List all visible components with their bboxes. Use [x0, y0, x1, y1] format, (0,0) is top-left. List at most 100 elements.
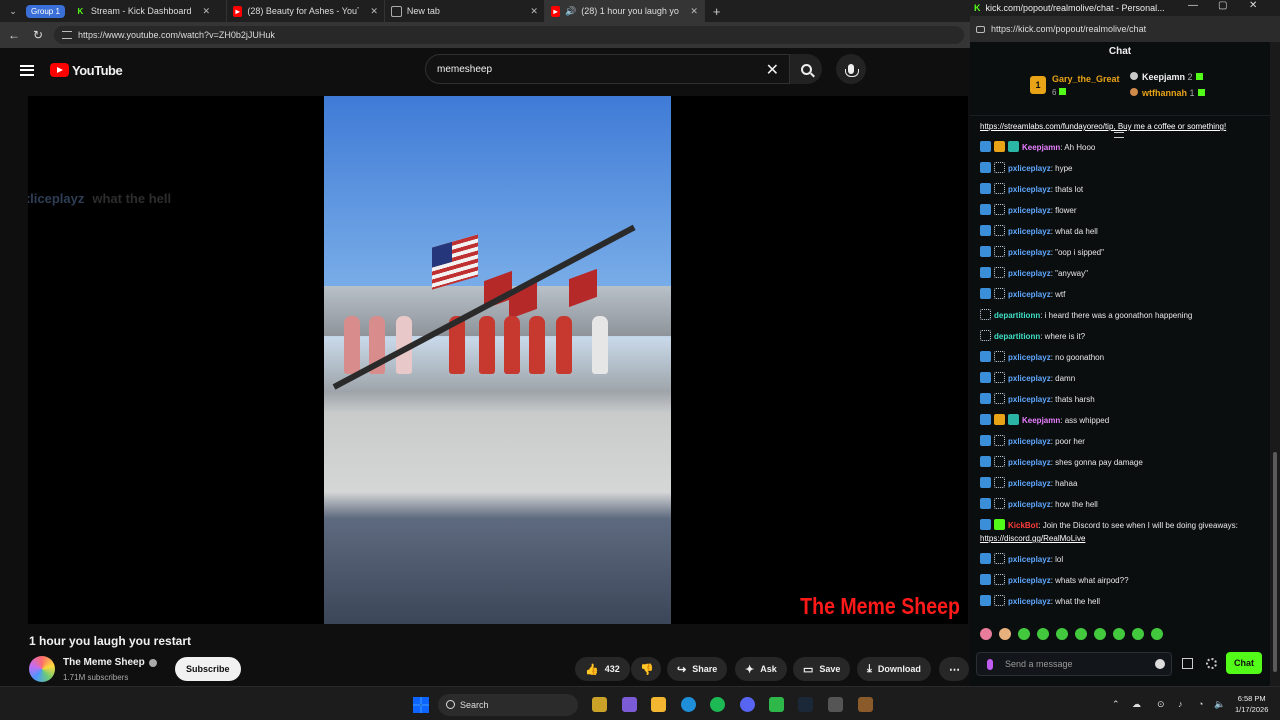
windows-start-icon[interactable]	[413, 697, 429, 713]
emote-icon[interactable]	[980, 628, 992, 640]
chat-message: pxliceplayz: wtf	[980, 288, 1265, 301]
edge-browser-icon[interactable]	[681, 697, 696, 712]
spotify-icon[interactable]	[710, 697, 725, 712]
discord-link[interactable]: https://discord.gg/RealMoLive	[980, 534, 1085, 543]
scrollbar-thumb[interactable]	[1273, 452, 1277, 672]
taskbar-search[interactable]: Search	[438, 694, 578, 716]
subscriber-badge-icon	[980, 574, 991, 585]
save-button[interactable]: ▭ Save	[793, 657, 851, 681]
emote-icon[interactable]	[1132, 628, 1144, 640]
share-button[interactable]: ↪ Share	[667, 657, 728, 681]
tab-group-chip[interactable]: Group 1	[26, 4, 65, 18]
channel-name[interactable]: The Meme Sheep	[63, 657, 145, 668]
clear-search-icon[interactable]: ✕	[766, 60, 779, 80]
like-button[interactable]: 👍 432	[575, 657, 630, 681]
file-explorer-icon[interactable]	[651, 697, 666, 712]
emote-icon[interactable]	[1075, 628, 1087, 640]
top-gifters: 1 Gary_the_Great 6 Keepjamn 2 wtfhannah …	[970, 66, 1270, 138]
back-icon[interactable]: ←	[6, 28, 22, 42]
wifi-icon[interactable]: ◔	[1198, 699, 1203, 709]
gifter-item[interactable]: wtfhannah 1	[1130, 88, 1205, 98]
menu-icon[interactable]	[20, 64, 34, 76]
tab-kick-dashboard[interactable]: K Stream - Kick Dashboard ✕	[69, 0, 227, 22]
microphone-icon[interactable]	[987, 659, 993, 670]
emote-icon[interactable]	[1018, 628, 1030, 640]
chat-message: pxliceplayz: "anyway"	[980, 267, 1265, 280]
new-tab-button[interactable]: +	[705, 4, 729, 19]
tray-overflow-icon[interactable]: ⌃	[1112, 699, 1120, 710]
steam-icon[interactable]	[798, 697, 813, 712]
search-button[interactable]	[790, 54, 822, 84]
copilot-icon[interactable]	[622, 697, 637, 712]
minimize-icon[interactable]: —	[1188, 0, 1198, 11]
tab-active-video[interactable]: ▸ 🔊 (28) 1 hour you laugh you res ✕	[544, 0, 705, 22]
reload-icon[interactable]: ↻	[30, 28, 46, 42]
close-tab-icon[interactable]: ✕	[202, 6, 210, 17]
chat-messages: https://streamlabs.com/fundayoreo/tip, B…	[980, 120, 1265, 616]
emoji-icon[interactable]	[1155, 659, 1165, 669]
system-clock[interactable]: 6:58 PM 1/17/2026	[1235, 693, 1268, 715]
youtube-logo[interactable]: YouTube	[50, 63, 123, 78]
send-chat-button[interactable]: Chat	[1226, 652, 1262, 674]
video-player[interactable]: pxliceplayzwhat the hell The Meme Sheep	[28, 96, 968, 624]
cloud-icon[interactable]: ☁	[1132, 699, 1141, 710]
chat-heading: Chat	[1108, 46, 1132, 57]
gift-icon[interactable]	[1182, 658, 1193, 669]
gifter-name[interactable]: Gary_the_Great	[1052, 74, 1120, 84]
youtube-favicon-icon: ▸	[232, 5, 243, 17]
tab-list-icon[interactable]: ⌄	[0, 6, 26, 17]
voice-search-button[interactable]	[836, 54, 866, 84]
emote-icon[interactable]	[1113, 628, 1125, 640]
subscriber-badge-icon	[980, 183, 991, 194]
emote-icon[interactable]	[999, 628, 1011, 640]
dislike-button[interactable]: 👎	[631, 657, 661, 681]
minecraft-icon[interactable]	[858, 697, 873, 712]
thumbs-up-icon: 👍	[585, 663, 599, 676]
chat-message: pxliceplayz: hype	[980, 162, 1265, 175]
kick-url-bar[interactable]: https://kick.com/popout/realmolive/chat	[970, 16, 1280, 42]
network-icon[interactable]: ⊙	[1157, 699, 1165, 710]
chat-message: pxliceplayz: hahaa	[980, 477, 1265, 490]
search-input[interactable]: memesheep ✕	[425, 54, 790, 84]
maximize-icon[interactable]: ▢	[1218, 0, 1227, 11]
download-button[interactable]: ⤓ Download	[857, 657, 931, 681]
channel-avatar[interactable]	[29, 656, 55, 682]
share-icon: ↪	[677, 663, 687, 676]
emote-icon[interactable]	[1094, 628, 1106, 640]
volume-icon[interactable]: 🔈	[1214, 699, 1225, 710]
site-info-icon[interactable]	[62, 31, 72, 39]
emote-icon[interactable]	[1056, 628, 1068, 640]
close-window-icon[interactable]: ✕	[1249, 0, 1257, 11]
chat-scrollbar[interactable]	[1270, 42, 1280, 686]
sparkle-badge-icon	[994, 204, 1005, 215]
crown-badge-icon	[994, 414, 1005, 425]
crown-badge-icon	[994, 141, 1005, 152]
gifter-item[interactable]: Keepjamn 2	[1130, 72, 1203, 82]
close-tab-icon[interactable]: ✕	[530, 6, 538, 17]
close-tab-icon[interactable]: ✕	[370, 6, 378, 17]
tab-beauty-for-ashes[interactable]: ▸ (28) Beauty for Ashes - YouTube ✕	[227, 0, 385, 22]
ask-button[interactable]: ✦ Ask	[735, 657, 787, 681]
emote-icon[interactable]	[1037, 628, 1049, 640]
microphone-tray-icon[interactable]: ♪	[1178, 699, 1183, 709]
sparkle-badge-icon	[994, 162, 1005, 173]
widgets-icon[interactable]	[592, 697, 607, 712]
send-message-input[interactable]: Send a message	[976, 652, 1172, 676]
sparkle-badge-icon	[994, 498, 1005, 509]
subscriber-badge-icon	[980, 141, 991, 152]
tab-new-tab[interactable]: New tab ✕	[385, 0, 545, 22]
discord-icon[interactable]	[740, 697, 755, 712]
settings-gear-icon[interactable]	[1206, 658, 1217, 669]
chat-message: KickBot: Join the Discord to see when I …	[980, 519, 1238, 543]
app-icon[interactable]	[828, 697, 843, 712]
close-tab-icon[interactable]: ✕	[690, 6, 698, 17]
chat-input-row: Send a message Chat	[976, 652, 1264, 676]
url-field[interactable]: https://www.youtube.com/watch?v=ZH0b2jJU…	[54, 26, 964, 44]
emote-icon[interactable]	[1151, 628, 1163, 640]
sparkle-badge-icon	[980, 330, 991, 341]
more-actions-button[interactable]: ⋯	[939, 657, 969, 681]
new-tab-favicon-icon	[390, 5, 402, 17]
app-icon[interactable]	[769, 697, 784, 712]
speaker-icon[interactable]: 🔊	[565, 6, 576, 17]
subscribe-button[interactable]: Subscribe	[175, 657, 241, 681]
